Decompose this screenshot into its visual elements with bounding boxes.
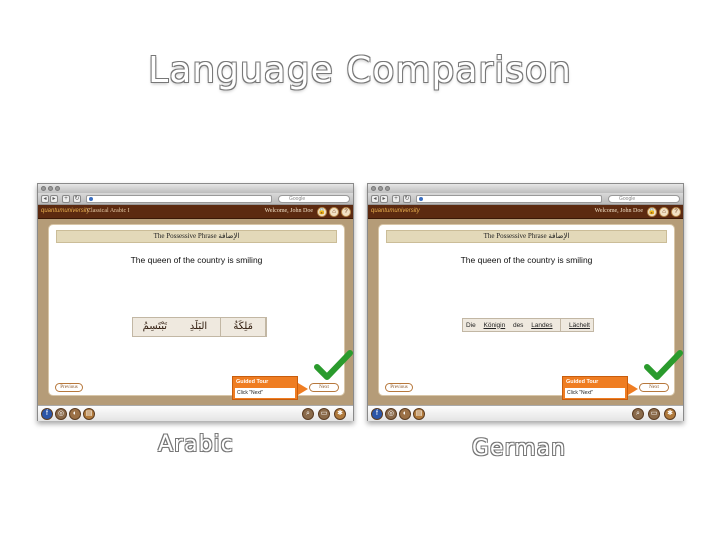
german-word-laechelt[interactable]: Lächelt bbox=[569, 322, 590, 329]
home-icon[interactable]: ⌂ bbox=[659, 207, 669, 217]
settings-icon[interactable]: ✱ bbox=[334, 408, 346, 420]
arabic-word-1[interactable]: مَلِكَةُ bbox=[221, 318, 266, 336]
compass-icon[interactable]: ◎ bbox=[385, 408, 397, 420]
search-icon[interactable]: ⌕ bbox=[302, 408, 314, 420]
app-header: quantumuniversity Classical Arabic I Wel… bbox=[38, 205, 353, 219]
facebook-icon[interactable]: f bbox=[371, 408, 383, 420]
back-button[interactable]: ◂ bbox=[371, 195, 379, 203]
browser-toolbar: ◂ ▸ + ↻ Google bbox=[38, 193, 353, 205]
window-minimize-button[interactable] bbox=[378, 186, 383, 191]
lesson-page: The Possessive Phrase الإضافة The queen … bbox=[378, 224, 683, 400]
guided-tour-text: Click "Next" bbox=[235, 388, 295, 398]
window-titlebar bbox=[38, 184, 353, 193]
forward-button[interactable]: ▸ bbox=[380, 195, 388, 203]
add-bookmark-button[interactable]: + bbox=[62, 195, 70, 203]
lesson-page: The Possessive Phrase الإضافة The queen … bbox=[48, 224, 353, 400]
word-divider bbox=[560, 319, 562, 331]
slide-title: Language Comparison bbox=[148, 50, 572, 91]
app-logo: quantumuniversity bbox=[371, 208, 420, 214]
guided-tour-arrow-icon bbox=[628, 383, 638, 395]
checkmark-icon bbox=[314, 350, 353, 380]
window-minimize-button[interactable] bbox=[48, 186, 53, 191]
english-sentence: The queen of the country is smiling bbox=[460, 255, 593, 265]
browser-window-german: ◂ ▸ + ↻ Google quantumuniversity Welcome… bbox=[367, 183, 684, 421]
forward-button[interactable]: ▸ bbox=[50, 195, 58, 203]
german-word-die[interactable]: Die bbox=[466, 322, 476, 329]
settings-icon[interactable]: ✱ bbox=[664, 408, 676, 420]
add-bookmark-button[interactable]: + bbox=[392, 195, 400, 203]
previous-button[interactable]: Previous bbox=[385, 383, 413, 392]
guided-tour-arrow-icon bbox=[298, 383, 308, 395]
window-close-button[interactable] bbox=[41, 186, 46, 191]
search-icon[interactable]: ⌕ bbox=[632, 408, 644, 420]
window-titlebar bbox=[368, 184, 683, 193]
guided-tour-text: Click "Next" bbox=[565, 388, 625, 398]
caption-arabic: Arabic bbox=[158, 432, 234, 457]
window-zoom-button[interactable] bbox=[385, 186, 390, 191]
arabic-word-3[interactable]: تَبْتَسِمُ bbox=[133, 318, 177, 336]
english-sentence: The queen of the country is smiling bbox=[130, 255, 263, 265]
lesson-header: The Possessive Phrase الإضافة bbox=[386, 230, 667, 243]
content-area: The Possessive Phrase الإضافة The queen … bbox=[368, 219, 683, 405]
content-area: The Possessive Phrase الإضافة The queen … bbox=[38, 219, 353, 405]
guided-tour-callout: Guided Tour Click "Next" bbox=[232, 376, 298, 400]
book-icon[interactable]: ▤ bbox=[413, 408, 425, 420]
arabic-word-2[interactable]: البَلَدِ bbox=[177, 318, 222, 336]
compass-icon[interactable]: ◎ bbox=[55, 408, 67, 420]
lock-icon[interactable]: 🔒 bbox=[647, 207, 657, 217]
window-zoom-button[interactable] bbox=[55, 186, 60, 191]
guided-tour-callout: Guided Tour Click "Next" bbox=[562, 376, 628, 400]
book-icon[interactable]: ▤ bbox=[83, 408, 95, 420]
browser-toolbar: ◂ ▸ + ↻ Google bbox=[368, 193, 683, 205]
lesson-header: The Possessive Phrase الإضافة bbox=[56, 230, 337, 243]
search-field[interactable]: Google bbox=[608, 195, 680, 203]
address-bar[interactable] bbox=[416, 195, 602, 203]
help-icon[interactable]: ? bbox=[341, 207, 351, 217]
course-title: Classical Arabic I bbox=[87, 208, 130, 214]
window-close-button[interactable] bbox=[371, 186, 376, 191]
next-button[interactable]: Next bbox=[639, 383, 669, 392]
german-word-landes[interactable]: Landes bbox=[531, 322, 552, 329]
next-button[interactable]: Next bbox=[309, 383, 339, 392]
reload-button[interactable]: ↻ bbox=[73, 195, 81, 203]
app-header: quantumuniversity Welcome, John Doe 🔒 ⌂ … bbox=[368, 205, 683, 219]
german-word-des[interactable]: des bbox=[513, 322, 523, 329]
app-logo: quantumuniversity bbox=[41, 208, 90, 214]
browser-window-arabic: ◂ ▸ + ↻ Google quantumuniversity Classic… bbox=[37, 183, 354, 421]
guided-tour-title: Guided Tour bbox=[566, 379, 599, 385]
checkmark-icon bbox=[644, 350, 683, 380]
lock-icon[interactable]: 🔒 bbox=[317, 207, 327, 217]
chat-icon[interactable]: ▭ bbox=[648, 408, 660, 420]
globe-icon[interactable]: ◐ bbox=[69, 408, 81, 420]
home-icon[interactable]: ⌂ bbox=[329, 207, 339, 217]
back-button[interactable]: ◂ bbox=[41, 195, 49, 203]
guided-tour-title: Guided Tour bbox=[236, 379, 269, 385]
search-field[interactable]: Google bbox=[278, 195, 350, 203]
chat-icon[interactable]: ▭ bbox=[318, 408, 330, 420]
welcome-text: Welcome, John Doe bbox=[594, 208, 643, 214]
german-word-bar: Die Königin des Landes Lächelt bbox=[462, 318, 594, 332]
caption-german: German bbox=[472, 436, 567, 461]
app-footer-toolbar: f ◎ ◐ ▤ ⌕ ▭ ✱ bbox=[38, 405, 353, 421]
app-footer-toolbar: f ◎ ◐ ▤ ⌕ ▭ ✱ bbox=[368, 405, 683, 421]
globe-icon[interactable]: ◐ bbox=[399, 408, 411, 420]
previous-button[interactable]: Previous bbox=[55, 383, 83, 392]
help-icon[interactable]: ? bbox=[671, 207, 681, 217]
german-word-koenigin[interactable]: Königin bbox=[484, 322, 506, 329]
arabic-word-bar: مَلِكَةُ البَلَدِ تَبْتَسِمُ bbox=[132, 317, 267, 337]
address-bar[interactable] bbox=[86, 195, 272, 203]
reload-button[interactable]: ↻ bbox=[403, 195, 411, 203]
welcome-text: Welcome, John Doe bbox=[264, 208, 313, 214]
facebook-icon[interactable]: f bbox=[41, 408, 53, 420]
